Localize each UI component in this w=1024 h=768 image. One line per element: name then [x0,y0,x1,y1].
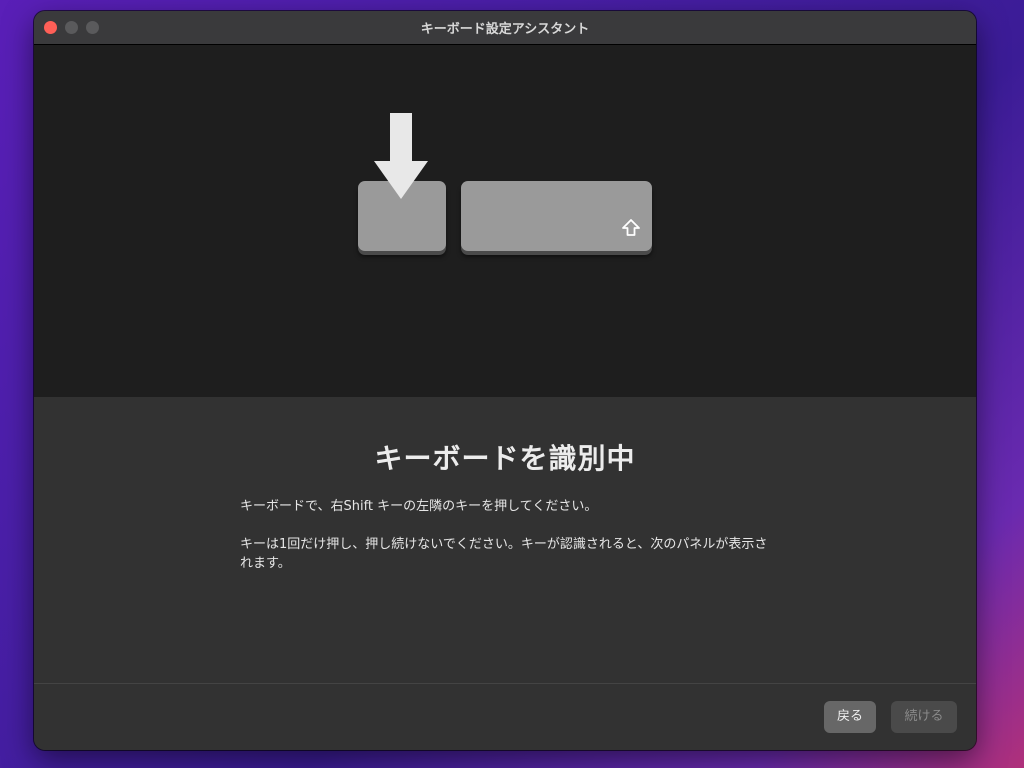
instruction-text: キーボードで、右Shift キーの左隣のキーを押してください。 [240,499,598,514]
window-title: キーボード設定アシスタント [420,22,590,37]
title-bar[interactable]: キーボード設定アシスタント [34,11,976,45]
assistant-window: キーボード設定アシスタント キーボードを識別中 キーボードで、右Shift キー… [34,11,976,750]
page-title: キーボードを識別中 [374,442,636,475]
button-bar: 戻る 続ける [34,683,976,750]
continue-button[interactable]: 続ける [891,701,957,733]
down-arrow-icon [374,113,428,199]
instruction-panel: キーボードを識別中 キーボードで、右Shift キーの左隣のキーを押してください… [34,397,976,683]
back-button[interactable]: 戻る [824,701,876,733]
right-shift-key [461,181,652,251]
shift-arrow-icon [622,219,640,236]
keyboard-illustration [34,45,976,397]
instruction-note: キーは1回だけ押し、押し続けないでください。キーが認識されると、次のパネルが表示… [240,537,768,571]
